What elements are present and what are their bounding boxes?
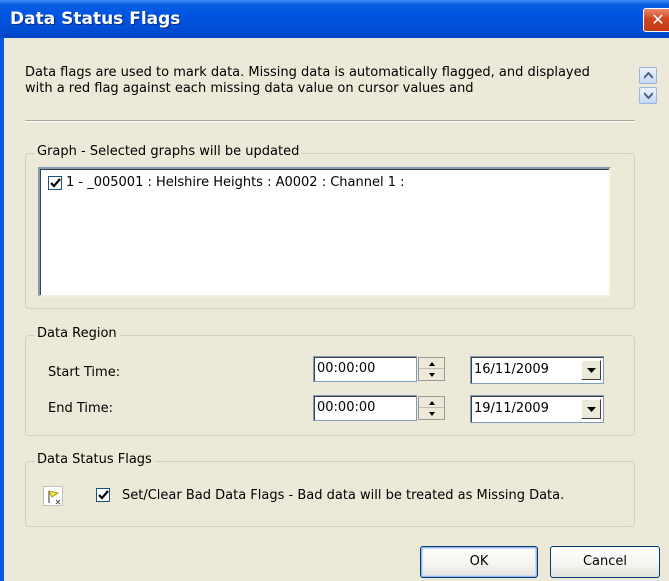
description-text: Data flags are used to mark data. Missin… (25, 65, 590, 96)
chevron-up-icon (644, 72, 653, 79)
flags-group-label: Data Status Flags (34, 452, 155, 467)
scroll-up-button[interactable] (639, 67, 657, 84)
ok-button[interactable]: OK (420, 546, 538, 578)
start-date-value: 16/11/2009 (474, 362, 549, 377)
spin-up-button[interactable] (419, 397, 444, 408)
window-frame-left (0, 38, 4, 581)
start-time-label: Start Time: (48, 365, 121, 380)
graph-group-label: Graph - Selected graphs will be updated (34, 144, 303, 159)
checkmark-icon (98, 490, 109, 500)
checkmark-icon (50, 177, 61, 188)
spin-down-icon (429, 412, 435, 416)
separator (25, 120, 635, 122)
close-icon: ✕ (651, 10, 665, 29)
dropdown-arrow-icon (587, 407, 596, 412)
end-time-input[interactable]: 00:00:00 (313, 395, 417, 421)
data-region-label: Data Region (34, 326, 120, 341)
spin-down-icon (429, 373, 435, 377)
end-date-dropdown-button[interactable] (581, 399, 601, 419)
end-date-value: 19/11/2009 (474, 401, 549, 416)
close-button[interactable]: ✕ (643, 8, 669, 32)
graph-checkbox[interactable] (48, 175, 62, 190)
spin-down-button[interactable] (419, 369, 444, 380)
window-title: Data Status Flags (10, 9, 181, 29)
bad-data-checkbox-label[interactable]: Set/Clear Bad Data Flags - Bad data will… (122, 488, 564, 503)
spin-down-button[interactable] (419, 408, 444, 419)
start-time-spinner[interactable] (418, 357, 445, 381)
title-bar[interactable]: Data Status Flags ✕ (0, 0, 669, 38)
spin-up-icon (429, 401, 435, 405)
chevron-down-icon (644, 92, 653, 99)
cancel-button[interactable]: Cancel (550, 546, 660, 578)
flag-icon-graphic (48, 490, 61, 505)
end-date-select[interactable]: 19/11/2009 (470, 395, 604, 423)
start-time-input[interactable]: 00:00:00 (313, 356, 417, 382)
list-item[interactable]: 1 - _005001 : Helshire Heights : A0002 :… (48, 175, 405, 190)
end-time-label: End Time: (48, 401, 114, 416)
spin-up-button[interactable] (419, 358, 444, 369)
graph-item-label: 1 - _005001 : Helshire Heights : A0002 :… (66, 175, 405, 190)
start-date-dropdown-button[interactable] (581, 360, 601, 380)
end-time-spinner[interactable] (418, 396, 445, 420)
start-date-select[interactable]: 16/11/2009 (470, 356, 604, 384)
flag-icon[interactable] (43, 486, 63, 506)
spin-up-icon (429, 362, 435, 366)
bad-data-checkbox[interactable] (96, 488, 110, 502)
dialog-window: Data Status Flags ✕ Data flags are used … (0, 0, 669, 581)
scroll-down-button[interactable] (639, 87, 657, 104)
dropdown-arrow-icon (587, 368, 596, 373)
graph-listbox[interactable]: 1 - _005001 : Helshire Heights : A0002 :… (38, 167, 611, 297)
